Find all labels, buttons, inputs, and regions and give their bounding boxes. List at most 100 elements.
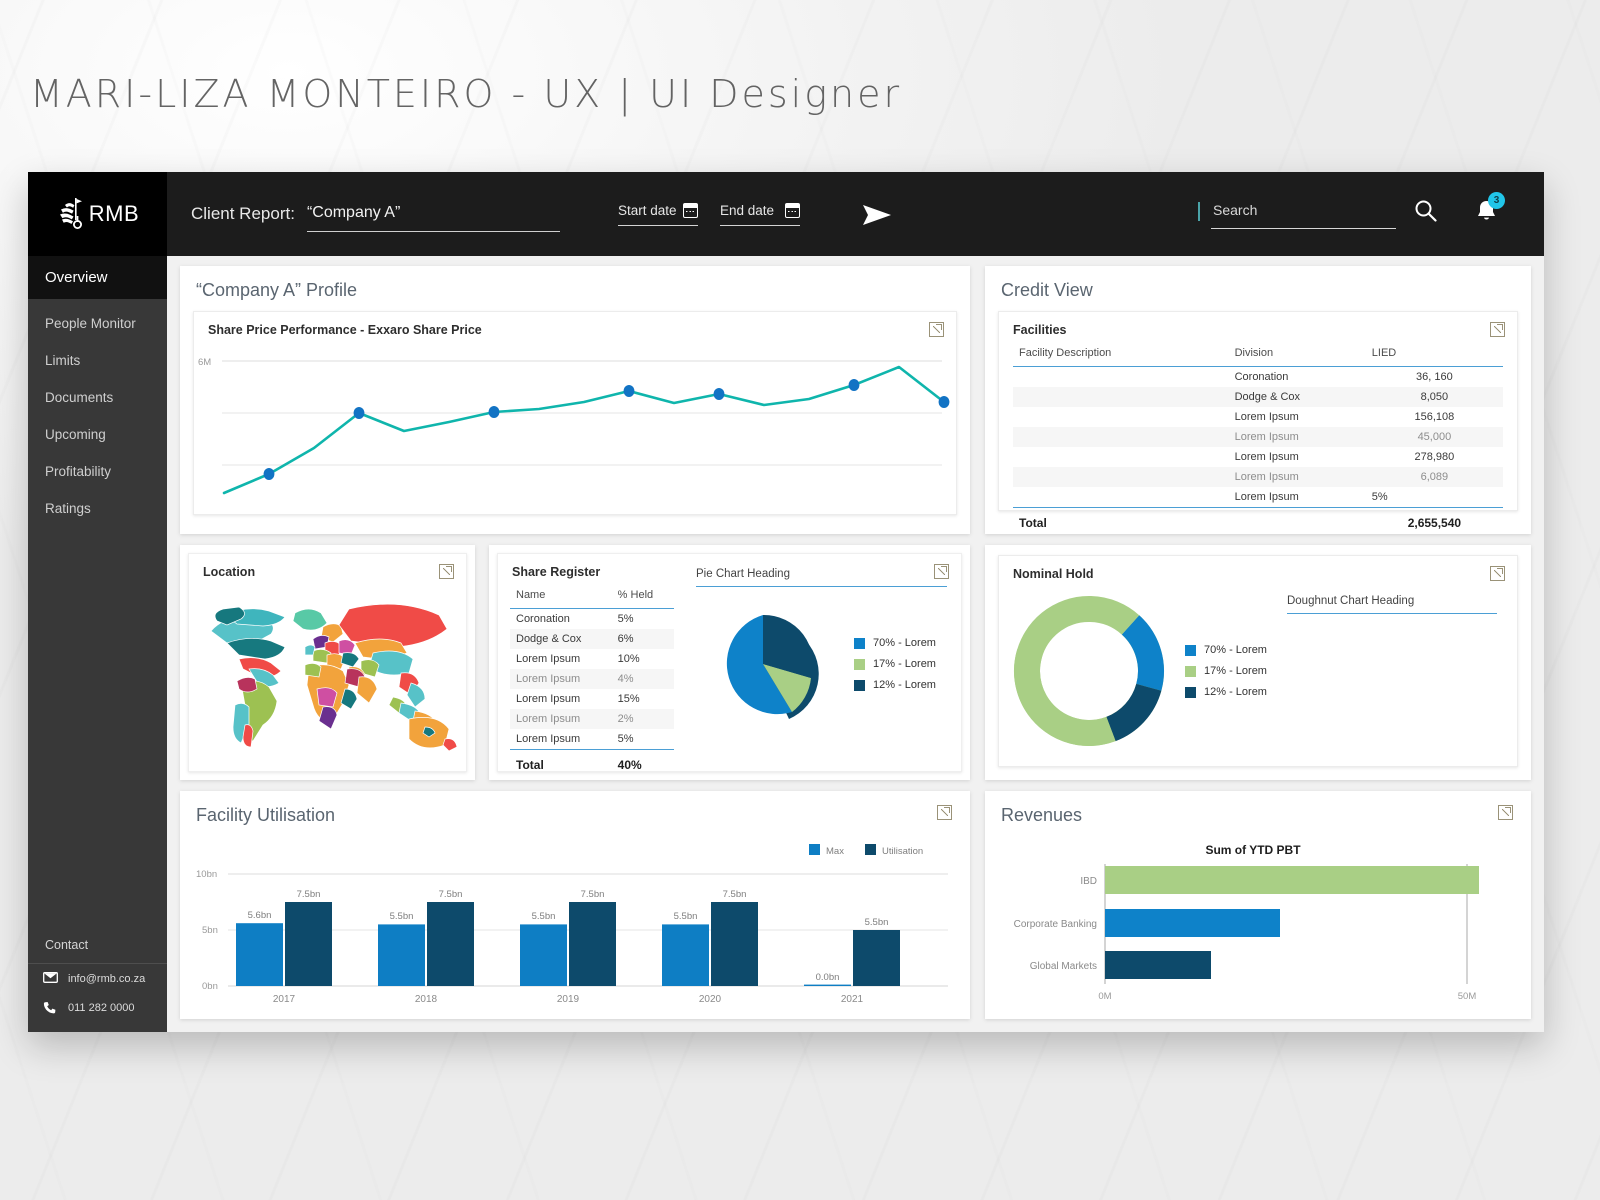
- cell-division: Lorem Ipsum: [1234, 411, 1299, 423]
- table-row[interactable]: Lorem Ipsum 156,108: [1013, 407, 1503, 427]
- legend-swatch: [1185, 644, 1196, 656]
- sidebar-item-label: Documents: [45, 390, 114, 405]
- legend-item[interactable]: 17% - Lorem: [854, 658, 936, 670]
- cell-name: Lorem Ipsum: [516, 713, 581, 725]
- table-header-row: Facility Description Division LIED: [1013, 343, 1503, 367]
- bar-label-utilisation-2020: 7.5bn: [723, 889, 747, 900]
- search-input[interactable]: [1211, 201, 1396, 219]
- sidebar-item-people-monitor[interactable]: People Monitor: [28, 305, 167, 342]
- revenues-card: Revenues Sum of YTD PBT IBD Corporate Ba…: [985, 791, 1531, 1019]
- cell-name: Lorem Ipsum: [516, 693, 581, 705]
- table-row[interactable]: Lorem Ipsum 6,089: [1013, 467, 1503, 487]
- start-date-label: Start date: [617, 203, 677, 218]
- notifications-button[interactable]: 3: [1475, 192, 1505, 229]
- bar-label-max-2019: 5.5bn: [532, 911, 556, 922]
- expand-icon[interactable]: [1498, 805, 1513, 820]
- facilities-panel: Facilities Facility Description Division…: [998, 311, 1518, 534]
- contact-phone-row[interactable]: 011 282 0000: [28, 993, 167, 1032]
- legend-item[interactable]: 70% - Lorem: [1185, 644, 1267, 656]
- expand-icon[interactable]: [1490, 566, 1505, 581]
- bar-utilisation-2021[interactable]: [853, 930, 900, 986]
- expand-icon[interactable]: [1490, 322, 1505, 337]
- world-map[interactable]: [189, 585, 466, 758]
- sidebar-item-limits[interactable]: Limits: [28, 342, 167, 379]
- mail-icon: [43, 972, 58, 985]
- top-bar-main: Client Report: “Company A” Start date En…: [167, 172, 1544, 256]
- col-name: Name: [510, 585, 612, 609]
- cell-lied: 36, 160: [1416, 371, 1453, 383]
- bar-global-markets[interactable]: [1105, 951, 1211, 979]
- cell-name: Coronation: [516, 613, 570, 625]
- facility-utilisation-card: Facility Utilisation Max Utilisation 10b…: [180, 791, 970, 1019]
- bar-corporate-banking[interactable]: [1105, 909, 1280, 937]
- table-row[interactable]: Lorem Ipsum 278,980: [1013, 447, 1503, 467]
- expand-icon[interactable]: [439, 564, 454, 579]
- sidebar-item-upcoming[interactable]: Upcoming: [28, 416, 167, 453]
- legend-item[interactable]: 70% - Lorem: [854, 637, 936, 649]
- table-row[interactable]: Lorem Ipsum 10%: [510, 649, 674, 669]
- legend-item[interactable]: 12% - Lorem: [854, 679, 936, 691]
- bar-utilisation-2020[interactable]: [711, 902, 758, 986]
- bar-max-2021[interactable]: [804, 984, 851, 986]
- sidebar-item-ratings[interactable]: Ratings: [28, 490, 167, 527]
- cell-desc: [1013, 447, 1229, 467]
- legend-swatch: [854, 658, 865, 670]
- start-date-field[interactable]: Start date: [617, 203, 698, 226]
- facility-utilisation-bar-chart: Max Utilisation 10bn 5bn 0bn 5.6bn 7.5bn…: [196, 844, 948, 1005]
- y-tick-global-markets: Global Markets: [1030, 961, 1097, 972]
- company-name-value: “Company A”: [306, 204, 401, 221]
- sidebar-item-documents[interactable]: Documents: [28, 379, 167, 416]
- facilities-table: Facility Description Division LIED Coron…: [1013, 343, 1503, 534]
- table-row[interactable]: Lorem Ipsum 5%: [1013, 487, 1503, 508]
- table-row[interactable]: Dodge & Cox 8,050: [1013, 387, 1503, 407]
- bar-max-2019[interactable]: [520, 924, 567, 986]
- credit-view-card: Credit View Facilities Facility Descript…: [985, 266, 1531, 534]
- search-field[interactable]: [1211, 201, 1396, 229]
- table-row[interactable]: Lorem Ipsum 15%: [510, 689, 674, 709]
- table-total-row: Total 40%: [510, 749, 674, 776]
- cell-division: Lorem Ipsum: [1234, 491, 1299, 503]
- y-tick-ibd: IBD: [1080, 876, 1097, 887]
- cell-desc: [1013, 387, 1229, 407]
- contact-email: info@rmb.co.za: [68, 972, 146, 985]
- bar-utilisation-2019[interactable]: [569, 902, 616, 986]
- top-bar: RMB Client Report: “Company A” Start dat…: [28, 172, 1544, 256]
- share-register-pie-chart: [726, 614, 819, 719]
- client-report-label: Client Report:: [191, 204, 295, 223]
- search-icon[interactable]: [1414, 199, 1437, 227]
- cell-lied: 45,000: [1417, 431, 1452, 443]
- top-bar-right: 3: [1198, 192, 1526, 229]
- table-row[interactable]: Coronation 5%: [510, 609, 674, 630]
- brand-logo[interactable]: RMB: [28, 172, 167, 256]
- bar-max-2017[interactable]: [236, 923, 283, 986]
- bar-label-utilisation-2019: 7.5bn: [581, 889, 605, 900]
- y-tick-5bn: 5bn: [202, 925, 218, 936]
- bar-max-2018[interactable]: [378, 924, 425, 986]
- cell-division: Lorem Ipsum: [1234, 431, 1299, 443]
- col-percent-held: % Held: [611, 585, 674, 609]
- send-icon[interactable]: [862, 204, 892, 226]
- bar-label-max-2020: 5.5bn: [674, 911, 698, 922]
- contact-email-row[interactable]: info@rmb.co.za: [28, 964, 167, 993]
- legend-item[interactable]: 12% - Lorem: [1185, 686, 1267, 698]
- table-row[interactable]: Lorem Ipsum 2%: [510, 709, 674, 729]
- table-row[interactable]: Dodge & Cox 6%: [510, 629, 674, 649]
- end-date-field[interactable]: End date: [719, 203, 800, 226]
- bar-utilisation-2018[interactable]: [427, 902, 474, 986]
- bar-utilisation-2017[interactable]: [285, 902, 332, 986]
- sidebar-item-overview[interactable]: Overview: [28, 256, 167, 299]
- bar-max-2020[interactable]: [662, 924, 709, 986]
- expand-icon[interactable]: [937, 805, 952, 820]
- sidebar-item-profitability[interactable]: Profitability: [28, 453, 167, 490]
- table-row[interactable]: Lorem Ipsum 4%: [510, 669, 674, 689]
- table-row[interactable]: Lorem Ipsum 5%: [510, 729, 674, 750]
- expand-icon[interactable]: [929, 322, 944, 337]
- table-row[interactable]: Lorem Ipsum 45,000: [1013, 427, 1503, 447]
- location-panel: Location: [188, 553, 467, 772]
- expand-icon[interactable]: [934, 564, 949, 579]
- company-name-field[interactable]: “Company A”: [306, 204, 560, 232]
- bar-ibd[interactable]: [1105, 866, 1479, 894]
- legend-item[interactable]: 17% - Lorem: [1185, 665, 1267, 677]
- cell-desc: [1013, 367, 1229, 388]
- table-row[interactable]: Coronation 36, 160: [1013, 367, 1503, 388]
